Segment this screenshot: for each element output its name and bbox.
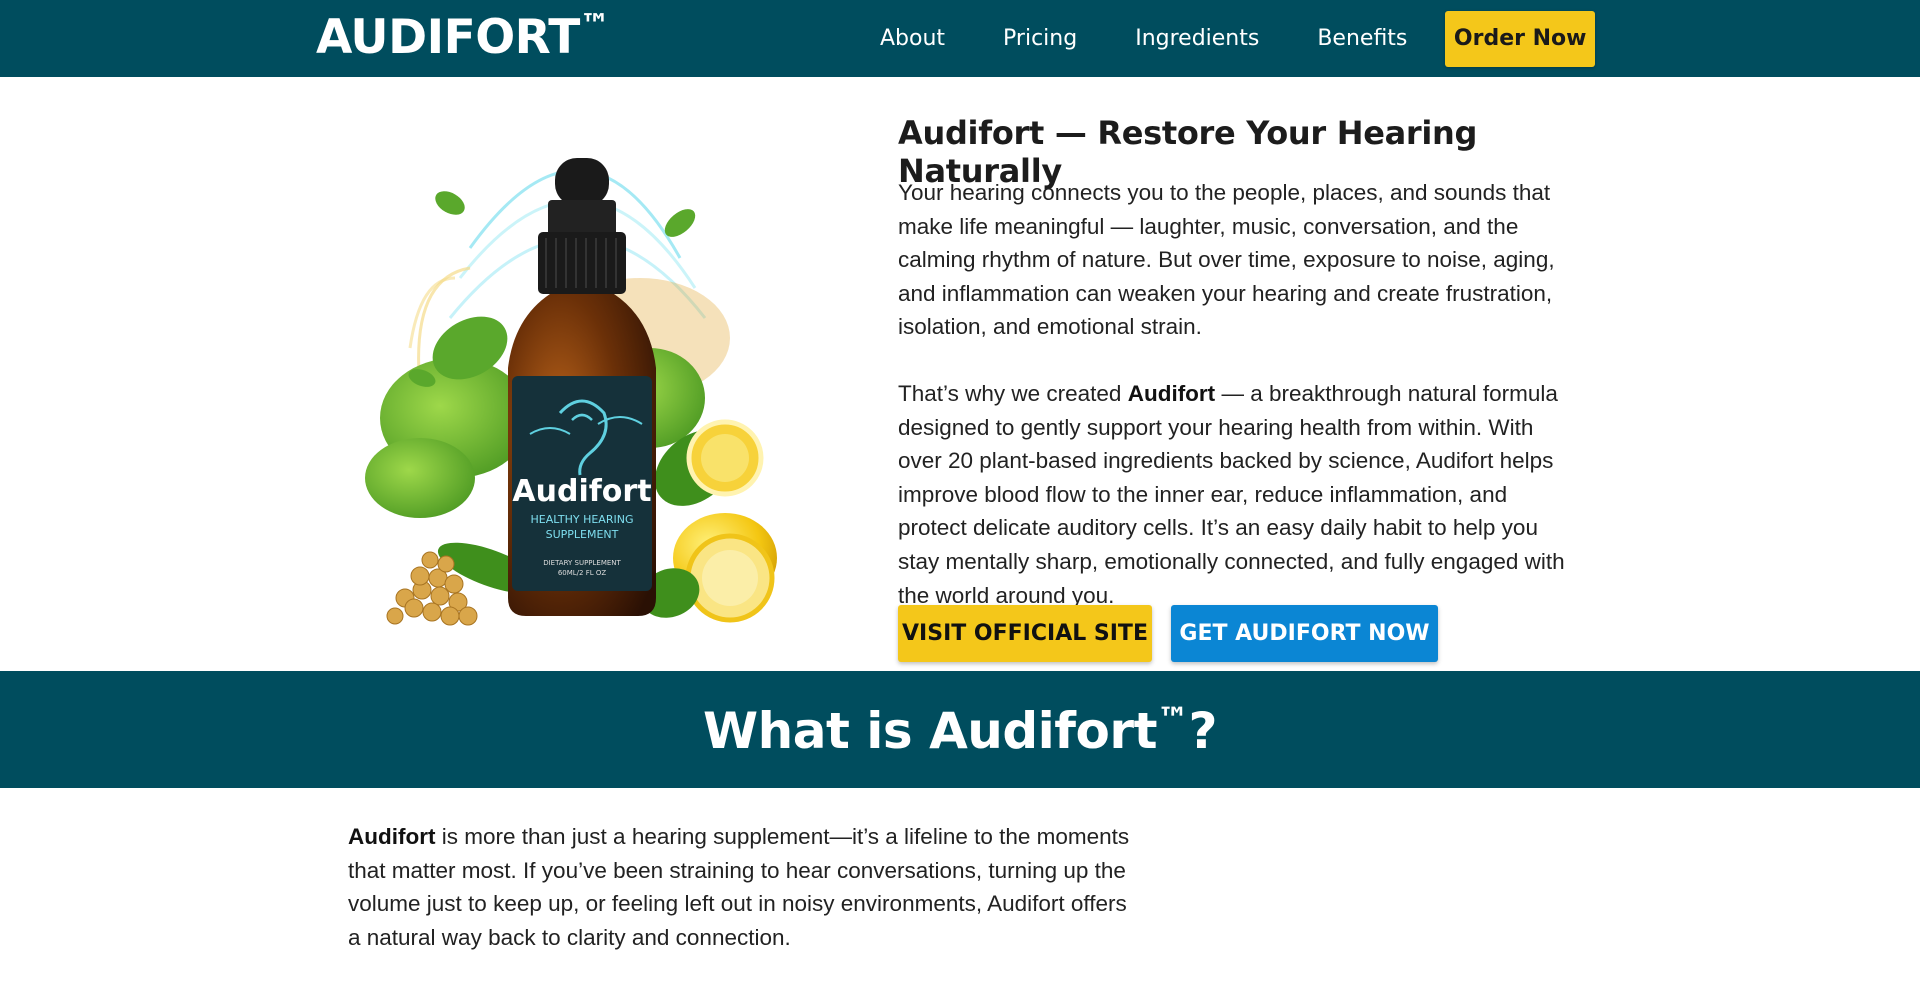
what-is-section-header: What is Audifort™? bbox=[0, 671, 1920, 788]
bottle-label-line2: SUPPLEMENT bbox=[546, 528, 619, 541]
hero-paragraph-2-rest: — a breakthrough natural formula designe… bbox=[898, 381, 1565, 608]
bottle: Audifort HEALTHY HEARING SUPPLEMENT DIET… bbox=[508, 158, 656, 616]
get-audifort-now-button[interactable]: GET AUDIFORT NOW bbox=[1171, 605, 1438, 662]
nav-link-benefits[interactable]: Benefits bbox=[1317, 26, 1407, 51]
product-image: Audifort HEALTHY HEARING SUPPLEMENT DIET… bbox=[365, 158, 777, 626]
hero-paragraph-2-prefix: That’s why we created bbox=[898, 381, 1128, 406]
about-paragraph-rest: is more than just a hearing supplement—i… bbox=[348, 824, 1130, 950]
about-paragraph-brand: Audifort bbox=[348, 824, 436, 849]
nav-link-pricing[interactable]: Pricing bbox=[1003, 26, 1077, 51]
section-title-text: What is Audifort bbox=[702, 701, 1158, 760]
site-logo[interactable]: AUDIFORT™ bbox=[316, 8, 610, 65]
hero-paragraph-2: That’s why we created Audifort — a break… bbox=[898, 377, 1578, 612]
logo-trademark: ™ bbox=[579, 8, 610, 43]
section-title-end: ? bbox=[1188, 701, 1217, 760]
hero-paragraph-2-brand: Audifort bbox=[1127, 381, 1216, 406]
bottle-small-line1: DIETARY SUPPLEMENT bbox=[543, 559, 621, 567]
bottle-brand: Audifort bbox=[512, 474, 651, 509]
section-title-trademark: ™ bbox=[1156, 699, 1189, 738]
visit-official-site-button[interactable]: VISIT OFFICIAL SITE bbox=[898, 605, 1152, 662]
section-title: What is Audifort™? bbox=[702, 699, 1218, 760]
nav-link-about[interactable]: About bbox=[880, 26, 945, 51]
main-nav: About Pricing Ingredients Benefits Order… bbox=[880, 0, 1595, 77]
logo-text: AUDIFORT bbox=[316, 10, 580, 65]
about-paragraph: Audifort is more than just a hearing sup… bbox=[348, 820, 1138, 954]
nav-link-ingredients[interactable]: Ingredients bbox=[1135, 26, 1259, 51]
bottle-label-line1: HEALTHY HEARING bbox=[531, 513, 634, 526]
site-header: AUDIFORT™ About Pricing Ingredients Bene… bbox=[0, 0, 1920, 77]
bottle-small-line2: 60ML/2 FL OZ bbox=[558, 569, 607, 577]
hero-paragraph-1: Your hearing connects you to the people,… bbox=[898, 180, 1555, 340]
order-now-button[interactable]: Order Now bbox=[1445, 10, 1595, 67]
